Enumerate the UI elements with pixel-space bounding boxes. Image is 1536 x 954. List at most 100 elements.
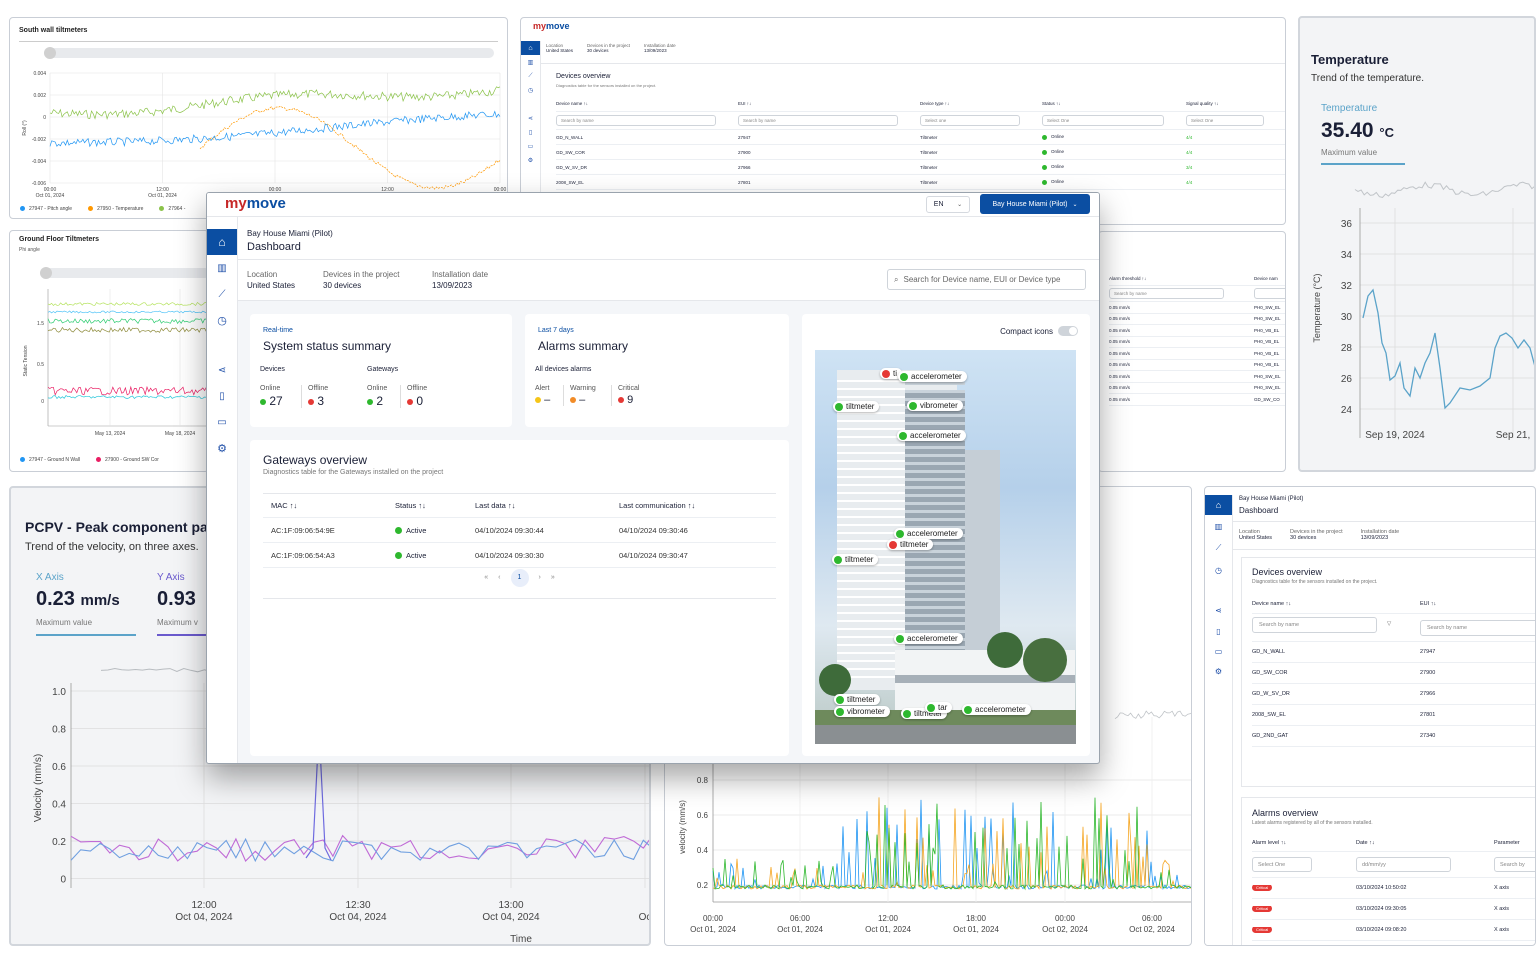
line-chart-icon[interactable]: ⟋ bbox=[521, 69, 540, 83]
sensor-marker[interactable]: accelerometer bbox=[894, 528, 963, 539]
bar-chart-icon[interactable]: ▥ bbox=[207, 255, 237, 281]
home-icon[interactable]: ⌂ bbox=[521, 41, 540, 55]
line-chart-icon[interactable]: ⟋ bbox=[1205, 537, 1232, 559]
table-row[interactable]: 0.05 mm/s PH0_VB_EL bbox=[1109, 348, 1285, 360]
legend-item[interactable]: 27950 - Temperature bbox=[88, 206, 143, 212]
device-search[interactable]: ⌕ Search for Device name, EUI or Device … bbox=[887, 269, 1086, 290]
page-1-button[interactable]: 1 bbox=[510, 569, 529, 587]
folder-icon[interactable]: ▭ bbox=[207, 409, 237, 435]
table-row[interactable]: MAC ↑↓ Status ↑↓ Last data ↑↓ Last communic… bbox=[263, 493, 776, 518]
clock-icon[interactable]: ◷ bbox=[207, 307, 237, 333]
column-header[interactable]: Device name ↑↓ bbox=[556, 101, 738, 106]
table-row[interactable]: 0.05 mm/s PH0_SW_EL bbox=[1109, 314, 1285, 325]
home-icon[interactable]: ⌂ bbox=[1205, 495, 1232, 515]
sensor-marker[interactable]: accelerometer bbox=[898, 371, 967, 382]
filter-input[interactable]: Search by name bbox=[1109, 288, 1224, 299]
legend-item[interactable]: 27900 - Ground SW Cor bbox=[95, 457, 159, 463]
line-chart-icon[interactable]: ⟋ bbox=[207, 281, 237, 307]
filter-input[interactable]: Select One bbox=[1186, 115, 1264, 126]
document-icon[interactable]: ▯ bbox=[1205, 621, 1232, 641]
table-row[interactable]: Select One dd/mm/yy Search by bbox=[1252, 852, 1535, 878]
sensor-marker[interactable]: accelerometer bbox=[897, 430, 966, 441]
filter-input[interactable]: Search by name bbox=[738, 115, 898, 126]
column-header[interactable]: Status ↑↓ bbox=[1042, 101, 1186, 106]
filter-input[interactable]: Select One bbox=[1042, 115, 1164, 126]
column-header[interactable]: Signal quality ↑↓ bbox=[1186, 101, 1285, 106]
filter-select[interactable]: Select One bbox=[1252, 857, 1312, 872]
clock-icon[interactable]: ◷ bbox=[521, 83, 540, 97]
table-row[interactable]: 2008_SW_EL 27801 bbox=[1252, 705, 1535, 726]
gear-icon[interactable]: ⚙ bbox=[1205, 661, 1232, 681]
compact-icons-toggle[interactable]: Compact icons bbox=[1000, 326, 1078, 336]
table-row[interactable]: 0.05 mm/s GD_SW_CO bbox=[1109, 394, 1285, 406]
share-icon[interactable]: ⋖ bbox=[1205, 599, 1232, 621]
sensor-marker[interactable]: vibrometer bbox=[907, 400, 963, 411]
clock-icon[interactable]: ◷ bbox=[1205, 559, 1232, 581]
pagination-nav-button[interactable]: « bbox=[484, 574, 488, 587]
document-icon[interactable]: ▯ bbox=[521, 125, 540, 139]
legend-item[interactable]: 27947 - Pitch angle bbox=[20, 206, 72, 212]
table-row[interactable]: 0.05 mm/s PH0_VB_EL bbox=[1109, 360, 1285, 371]
toggle-switch[interactable] bbox=[1058, 326, 1078, 336]
table-row[interactable]: Critical 03/10/2024 09:08:20 X axis bbox=[1252, 920, 1535, 941]
column-header[interactable]: Date ↑↓ bbox=[1356, 840, 1494, 846]
sensor-marker[interactable]: accelerometer bbox=[962, 704, 1031, 715]
filter-input[interactable] bbox=[1254, 288, 1285, 299]
logo[interactable]: mymove bbox=[225, 195, 286, 212]
table-row[interactable]: 0.05 mm/s PH0_VB_EL bbox=[1109, 325, 1285, 337]
legend-item[interactable]: 27947 - Ground N Wall bbox=[20, 457, 80, 463]
document-icon[interactable]: ▯ bbox=[207, 383, 237, 409]
column-header[interactable]: Alarm threshold ↑↓ bbox=[1109, 276, 1254, 281]
table-row[interactable]: Critical 03/10/2024 09:30:05 X axis bbox=[1252, 899, 1535, 920]
search-input[interactable]: Search for Device name, EUI or Device ty… bbox=[903, 275, 1060, 284]
sensor-marker[interactable]: tiltmeter bbox=[833, 401, 880, 412]
filter-input[interactable]: Search by name bbox=[1420, 619, 1535, 636]
table-row[interactable]: GD_2ND_GAT 27340 bbox=[1252, 726, 1535, 747]
breadcrumb[interactable]: Bay House Miami (Pilot) bbox=[247, 229, 333, 238]
bar-chart-icon[interactable]: ▥ bbox=[521, 55, 540, 69]
legend-item[interactable]: 27964 - bbox=[159, 206, 185, 212]
pagination-nav-button[interactable]: » bbox=[551, 574, 555, 587]
pagination-nav-button[interactable]: › bbox=[539, 574, 541, 587]
filter-input[interactable]: Search by bbox=[1494, 857, 1535, 872]
folder-icon[interactable]: ▭ bbox=[1205, 641, 1232, 661]
table-row[interactable]: Alarm threshold ↑↓ Device nam bbox=[1109, 272, 1285, 286]
filter-input[interactable]: Search by name bbox=[1252, 616, 1377, 633]
table-row[interactable]: Alarm level ↑↓ Date ↑↓ Parameter bbox=[1252, 834, 1535, 852]
table-row[interactable]: Critical 03/10/2024 10:50:02 X axis bbox=[1252, 878, 1535, 899]
table-row[interactable]: GD_W_SV_DR 27966 bbox=[1252, 684, 1535, 705]
table-row[interactable]: 0.05 mm/s PH0_SW_EL bbox=[1109, 302, 1285, 314]
sensor-marker[interactable]: accelerometer bbox=[894, 633, 963, 644]
table-row[interactable]: Search by name ▽ Search by name bbox=[1252, 614, 1535, 642]
column-header[interactable]: Last communication ↑↓ bbox=[611, 501, 776, 510]
language-select[interactable]: EN ⌄ bbox=[926, 196, 970, 213]
column-header[interactable]: MAC ↑↓ bbox=[263, 501, 387, 510]
table-row[interactable]: Search by name bbox=[1109, 286, 1285, 302]
table-row[interactable]: 0.05 mm/s PH0_SW_EL bbox=[1109, 383, 1285, 394]
sensor-marker[interactable]: vibrometer bbox=[834, 706, 890, 717]
date-filter[interactable]: dd/mm/yy bbox=[1356, 857, 1451, 872]
column-header[interactable]: EUI ↑↓ bbox=[738, 101, 920, 106]
table-row[interactable]: Device name ↑↓ EUI ↑↓ Device type ↑↓ Status… bbox=[556, 96, 1285, 112]
pagination-nav-button[interactable]: ‹ bbox=[498, 574, 500, 587]
project-select-button[interactable]: Bay House Miami (Pilot) ⌄ bbox=[980, 194, 1090, 214]
table-row[interactable]: GD_N_WALL 27947 bbox=[1252, 642, 1535, 663]
table-row[interactable]: AC:1F:09:06:54:9E Active 04/10/2024 09:30:… bbox=[263, 518, 776, 543]
filter-icon[interactable]: ▽ bbox=[1387, 621, 1391, 627]
column-header[interactable]: Alarm level ↑↓ bbox=[1252, 840, 1356, 846]
sensor-marker[interactable]: tiltmeter bbox=[887, 539, 934, 550]
column-header[interactable]: Device name ↑↓ bbox=[1252, 601, 1420, 607]
bar-chart-icon[interactable]: ▥ bbox=[1205, 515, 1232, 537]
table-row[interactable]: 0.05 mm/s PH0_SW_EL bbox=[1109, 371, 1285, 383]
sensor-marker[interactable]: tiltmeter bbox=[832, 554, 879, 565]
table-row[interactable]: GD_SW_COR 27900 bbox=[1252, 663, 1535, 684]
filter-input[interactable]: Search by name bbox=[556, 115, 716, 126]
gear-icon[interactable]: ⚙ bbox=[521, 153, 540, 167]
table-row[interactable]: GD_N_WALL 27947 Tiltmeter Online 4/4 bbox=[556, 130, 1285, 145]
table-row[interactable]: Device name ↑↓ EUI ↑↓ bbox=[1252, 594, 1535, 614]
column-header[interactable]: Device nam bbox=[1254, 276, 1285, 281]
column-header[interactable]: Status ↑↓ bbox=[387, 501, 467, 510]
table-row[interactable]: Search by name Search by name Select one Se… bbox=[556, 112, 1285, 130]
home-icon[interactable]: ⌂ bbox=[207, 229, 237, 255]
sensor-marker[interactable]: tiltmeter bbox=[834, 694, 881, 705]
